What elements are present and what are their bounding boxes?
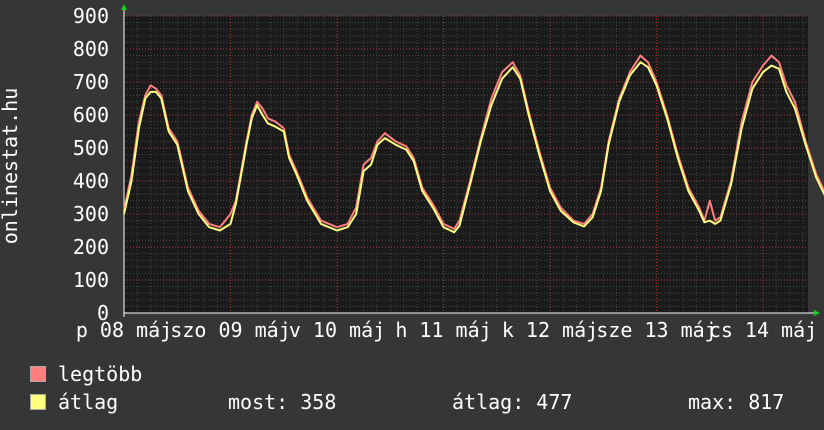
y-tick-label: 100 xyxy=(73,268,109,292)
y-tick-label: 400 xyxy=(73,169,109,193)
stat-atlag: átlag: 477 xyxy=(452,390,573,414)
x-tick-label: szo 09 máj xyxy=(170,318,290,342)
legend-label-atlag: átlag xyxy=(58,390,119,414)
x-tick-label: h 11 máj xyxy=(395,318,491,342)
stat-max: max: 817 xyxy=(688,390,785,414)
x-axis-arrow xyxy=(814,310,820,316)
y-tick-label: 800 xyxy=(73,37,109,61)
stat-most: most: 358 xyxy=(228,390,337,414)
x-tick-label: v 10 máj xyxy=(289,318,385,342)
y-tick-label: 600 xyxy=(73,103,109,127)
chart: 0100200300400500600700800900p 08 májszo … xyxy=(0,4,824,342)
x-tick-label: k 12 máj xyxy=(502,318,598,342)
x-tick-label: sze 13 máj xyxy=(596,318,716,342)
x-tick-label: cs 14 máj xyxy=(709,318,817,342)
y-tick-label: 500 xyxy=(73,136,109,160)
y-tick-label: 900 xyxy=(73,4,109,28)
legend-label-legtobb: legtöbb xyxy=(58,362,143,386)
plot-area xyxy=(124,16,808,313)
legend-swatch-legtobb xyxy=(30,366,46,382)
x-tick-label: p 08 máj xyxy=(76,318,172,342)
legend-swatch-atlag xyxy=(30,394,46,410)
y-tick-label: 200 xyxy=(73,235,109,259)
y-axis-label: onlinestat.hu xyxy=(0,88,22,245)
legend-item-legtobb: legtöbb xyxy=(30,364,142,384)
y-axis-arrow xyxy=(121,4,127,10)
legend-item-atlag: átlag xyxy=(30,392,118,412)
y-tick-label: 300 xyxy=(73,202,109,226)
y-tick-label: 700 xyxy=(73,70,109,94)
